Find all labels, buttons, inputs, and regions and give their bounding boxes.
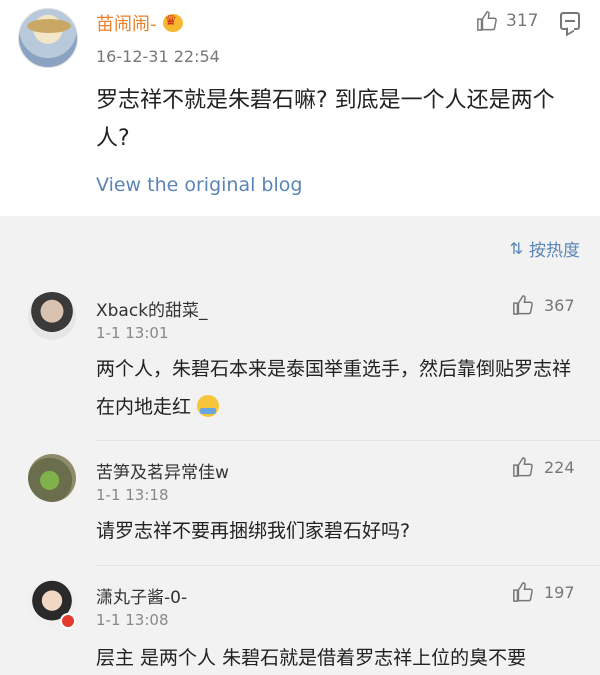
comment-text: 层主 是两个人 朱碧石就是借着罗志祥上位的臭不要: [96, 647, 527, 669]
emoji-icon: [197, 395, 220, 417]
original-post: 苗闹闹- 16-12-31 22:54 317 罗志祥不就是朱碧石嘛? 到底是一…: [0, 0, 600, 216]
comment-time: 1-1 13:01: [96, 324, 169, 342]
thumb-up-icon: [476, 10, 498, 32]
comment-like-button[interactable]: 224: [512, 456, 575, 478]
comment-like-count: 197: [544, 582, 575, 602]
comment-like-button[interactable]: 197: [512, 581, 575, 603]
post-timestamp: 16-12-31 22:54: [96, 47, 220, 66]
comment-icon[interactable]: [560, 12, 580, 30]
comment-like-count: 367: [544, 295, 575, 315]
comment-text-body: 两个人，朱碧石本来是泰国举重选手，然后靠倒贴罗志祥在内地走红: [96, 358, 572, 418]
thumb-up-icon: [512, 456, 534, 478]
post-like-count: 317: [506, 11, 539, 31]
sort-icon: ⇅: [509, 239, 523, 258]
thumb-up-icon: [512, 294, 534, 316]
comment-time: 1-1 13:18: [96, 486, 169, 504]
sort-by-popularity[interactable]: ⇅ 按热度: [510, 236, 580, 261]
commenter-name[interactable]: Xback的甜菜_: [96, 296, 208, 321]
post-body: 罗志祥不就是朱碧石嘛? 到底是一个人还是两个人?: [96, 88, 555, 151]
divider: [96, 565, 600, 566]
thumb-up-icon: [512, 581, 534, 603]
post-like-button[interactable]: 317: [476, 10, 538, 32]
divider: [96, 440, 600, 441]
commenter-avatar[interactable]: [28, 292, 76, 340]
verified-badge-icon: [60, 613, 76, 629]
post-author-name[interactable]: 苗闹闹-: [96, 10, 183, 36]
post-author-avatar[interactable]: [18, 8, 78, 68]
crown-badge-icon: [162, 13, 183, 32]
commenter-name[interactable]: 苦笋及茗异常佳w: [96, 458, 229, 483]
comment-like-count: 224: [544, 457, 575, 477]
comment-text: 请罗志祥不要再捆绑我们家碧石好吗?: [96, 520, 411, 542]
view-original-blog-link[interactable]: View the original blog: [96, 174, 302, 196]
comment-text: 两个人，朱碧石本来是泰国举重选手，然后靠倒贴罗志祥在内地走红: [96, 350, 586, 426]
commenter-avatar[interactable]: [28, 454, 76, 502]
post-username[interactable]: 苗闹闹-: [96, 10, 157, 36]
comment-like-button[interactable]: 367: [512, 294, 575, 316]
sort-label: 按热度: [529, 241, 580, 261]
comment-time: 1-1 13:08: [96, 611, 169, 629]
commenter-name[interactable]: 潇丸子酱-0-: [96, 583, 187, 608]
